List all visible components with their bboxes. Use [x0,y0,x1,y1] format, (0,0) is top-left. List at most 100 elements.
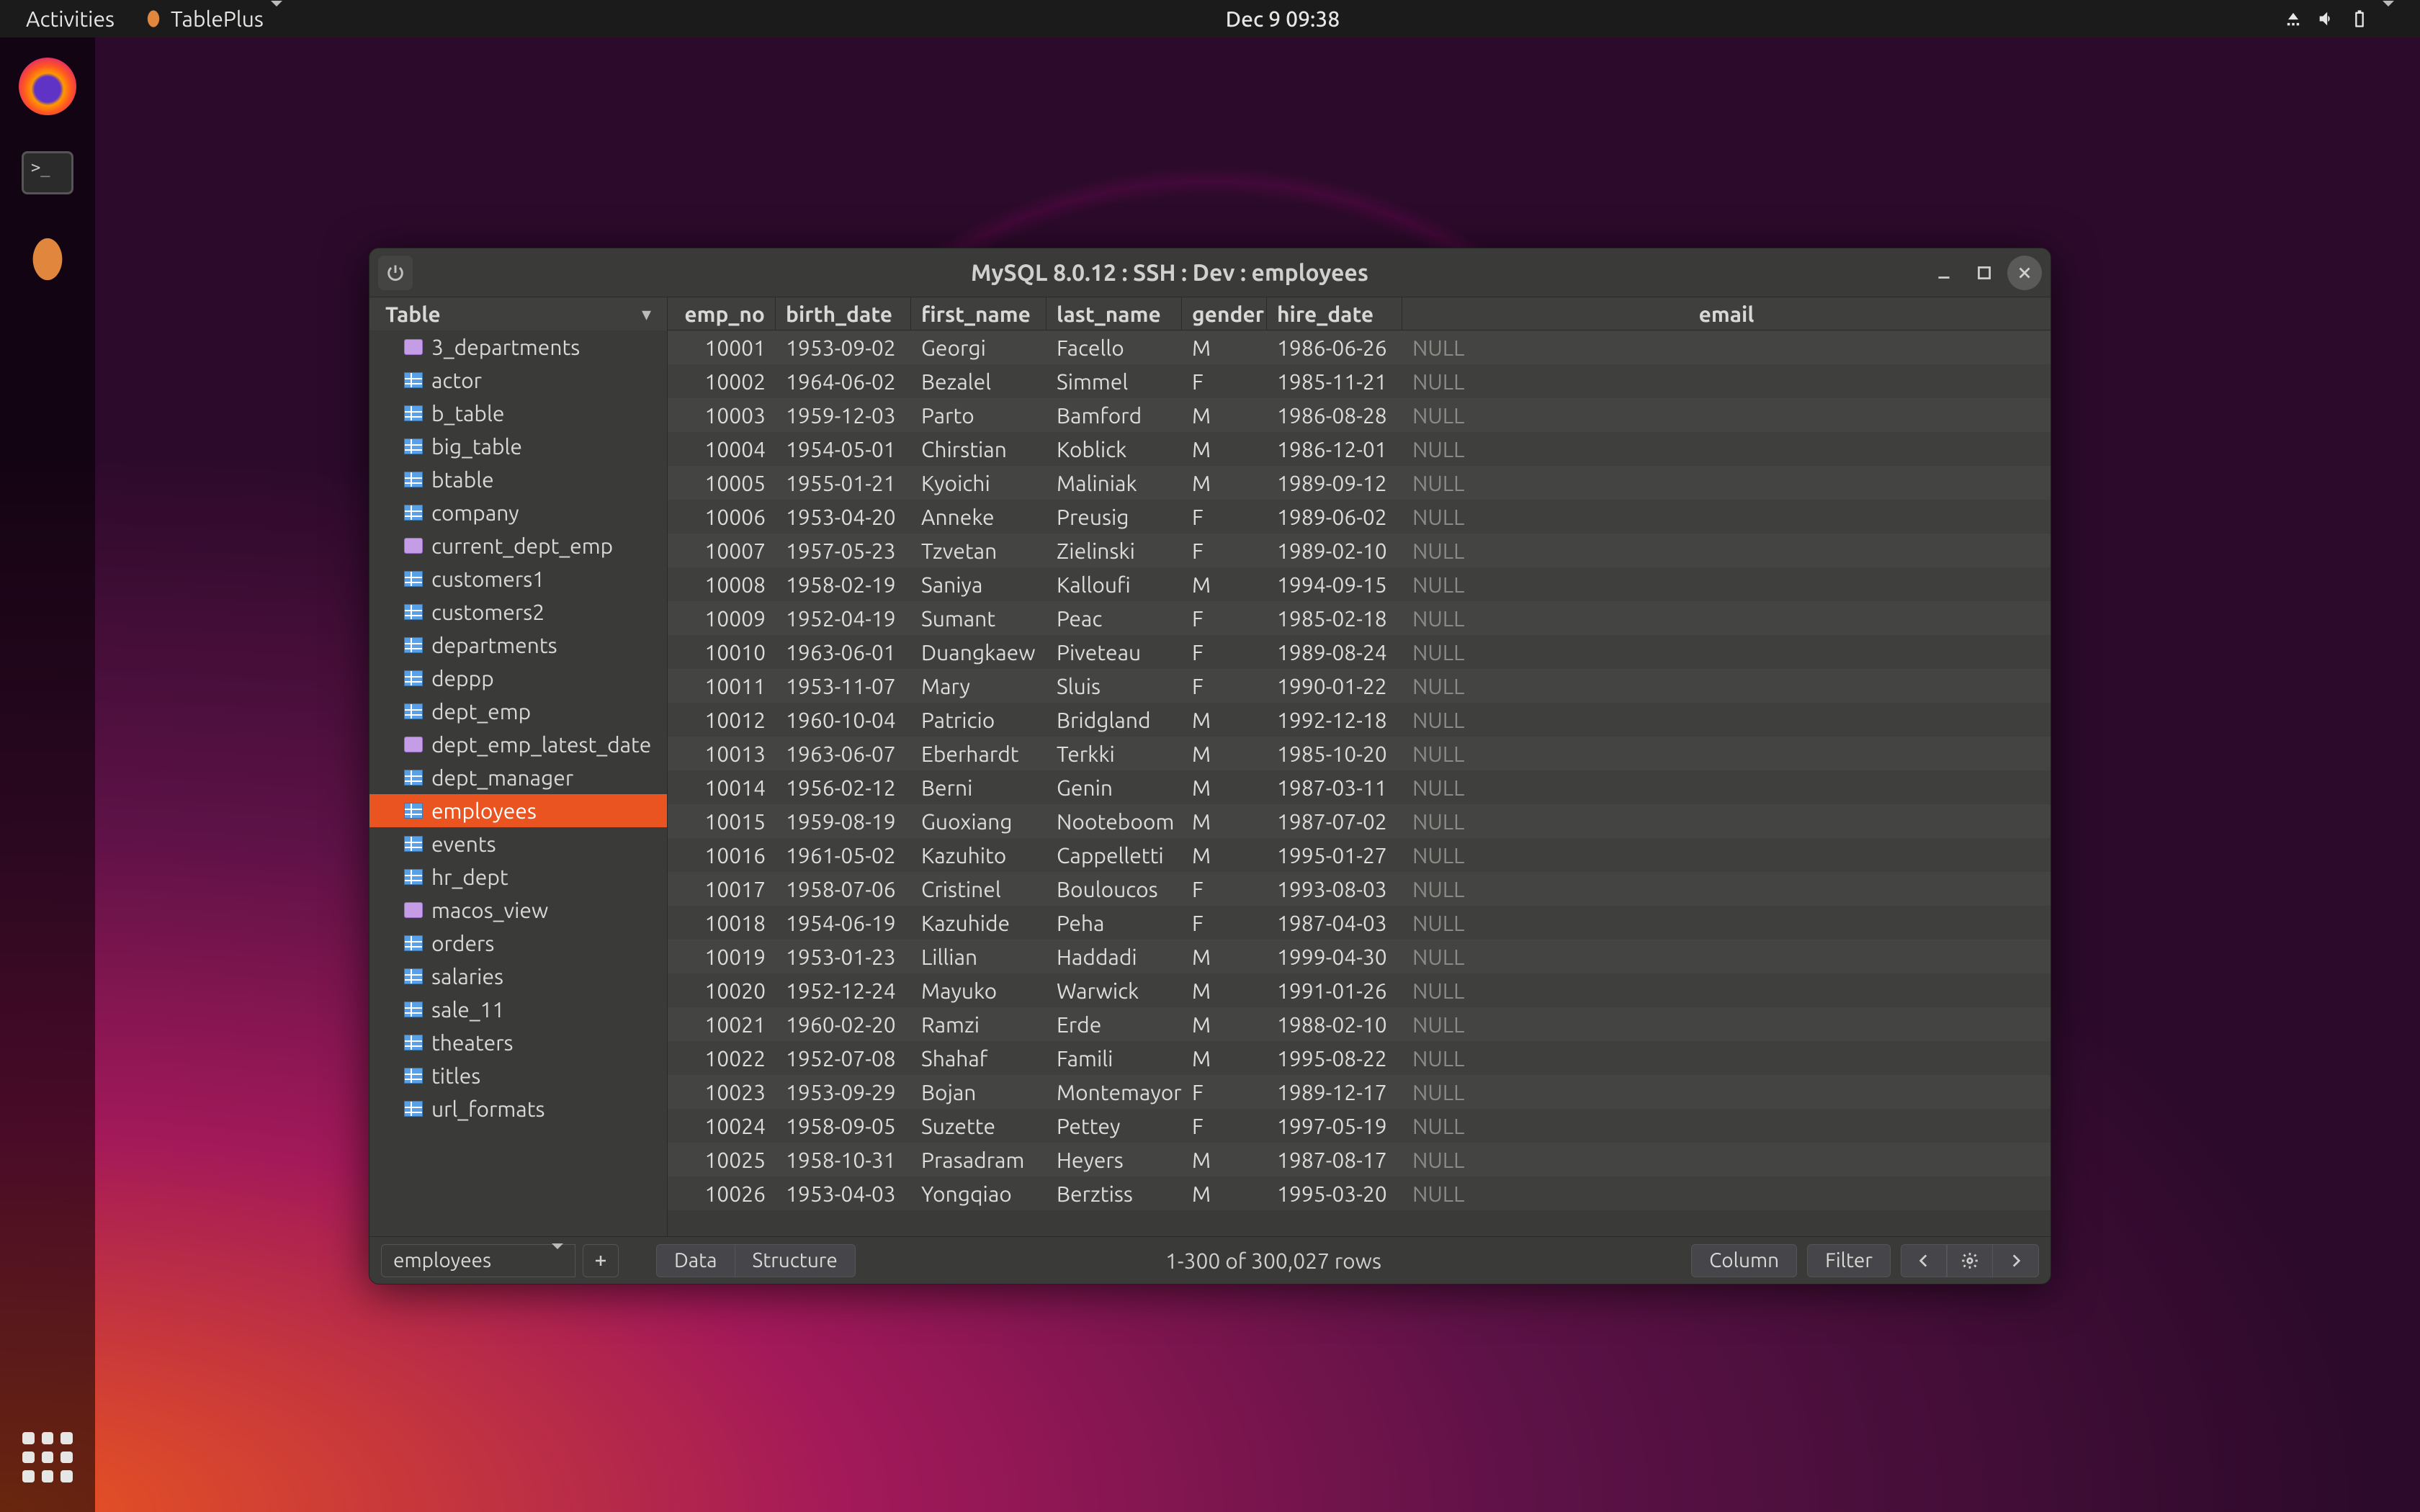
activities-button[interactable]: Activities [12,6,129,31]
cell-hire_date[interactable]: 1985-11-21 [1267,364,1402,398]
cell-email[interactable]: NULL [1402,1143,2051,1176]
cell-email[interactable]: NULL [1402,1075,2051,1109]
sidebar-table-employees[interactable]: employees [369,794,667,827]
cell-email[interactable]: NULL [1402,770,2051,804]
cell-gender[interactable]: M [1182,973,1267,1007]
cell-gender[interactable]: F [1182,635,1267,669]
cell-gender[interactable]: F [1182,601,1267,635]
sidebar-table-customers2[interactable]: customers2 [369,595,667,629]
dock-tableplus[interactable] [13,225,82,294]
cell-birth_date[interactable]: 1954-06-19 [776,906,911,940]
cell-hire_date[interactable]: 1989-12-17 [1267,1075,1402,1109]
cell-first_name[interactable]: Patricio [911,703,1047,737]
cell-last_name[interactable]: Cappelletti [1047,838,1182,872]
cell-email[interactable]: NULL [1402,500,2051,534]
cell-gender[interactable]: M [1182,398,1267,432]
sidebar-table-sale_11[interactable]: sale_11 [369,993,667,1026]
cell-email[interactable]: NULL [1402,567,2051,601]
column-header-first_name[interactable]: first_name [911,297,1047,330]
table-row[interactable]: 100181954-06-19KazuhidePehaF1987-04-03NU… [668,906,2051,940]
cell-birth_date[interactable]: 1958-10-31 [776,1143,911,1176]
app-menu[interactable]: TablePlus [129,6,297,31]
cell-birth_date[interactable]: 1958-02-19 [776,567,911,601]
cell-gender[interactable]: M [1182,737,1267,770]
cell-last_name[interactable]: Heyers [1047,1143,1182,1176]
table-row[interactable]: 100071957-05-23TzvetanZielinskiF1989-02-… [668,534,2051,567]
cell-last_name[interactable]: Montemayor [1047,1075,1182,1109]
cell-last_name[interactable]: Terkki [1047,737,1182,770]
cell-birth_date[interactable]: 1953-09-29 [776,1075,911,1109]
cell-hire_date[interactable]: 1991-01-26 [1267,973,1402,1007]
sidebar-table-actor[interactable]: actor [369,364,667,397]
table-row[interactable]: 100131963-06-07EberhardtTerkkiM1985-10-2… [668,737,2051,770]
dock-show-apps[interactable] [13,1423,82,1492]
sidebar-table-macos_view[interactable]: macos_view [369,894,667,927]
cell-gender[interactable]: M [1182,330,1267,364]
column-header-last_name[interactable]: last_name [1047,297,1182,330]
sidebar-table-titles[interactable]: titles [369,1059,667,1092]
cell-first_name[interactable]: Ramzi [911,1007,1047,1041]
sidebar-table-company[interactable]: company [369,496,667,529]
cell-birth_date[interactable]: 1953-04-20 [776,500,911,534]
cell-first_name[interactable]: Bezalel [911,364,1047,398]
cell-emp_no[interactable]: 10002 [668,364,776,398]
cell-emp_no[interactable]: 10004 [668,432,776,466]
sidebar-table-b_table[interactable]: b_table [369,397,667,430]
cell-gender[interactable]: M [1182,432,1267,466]
cell-hire_date[interactable]: 1987-03-11 [1267,770,1402,804]
connection-power-button[interactable] [378,256,413,290]
cell-last_name[interactable]: Piveteau [1047,635,1182,669]
cell-last_name[interactable]: Erde [1047,1007,1182,1041]
cell-hire_date[interactable]: 1990-01-22 [1267,669,1402,703]
cell-last_name[interactable]: Genin [1047,770,1182,804]
cell-last_name[interactable]: Famili [1047,1041,1182,1075]
sidebar-table-dept_emp_latest_date[interactable]: dept_emp_latest_date [369,728,667,761]
cell-gender[interactable]: M [1182,567,1267,601]
cell-first_name[interactable]: Prasadram [911,1143,1047,1176]
sidebar-table-dept_manager[interactable]: dept_manager [369,761,667,794]
minimize-button[interactable] [1927,256,1961,290]
cell-hire_date[interactable]: 1995-08-22 [1267,1041,1402,1075]
cell-email[interactable]: NULL [1402,364,2051,398]
cell-birth_date[interactable]: 1955-01-21 [776,466,911,500]
column-header-emp_no[interactable]: emp_no [668,297,776,330]
column-button[interactable]: Column [1691,1244,1797,1277]
cell-last_name[interactable]: Facello [1047,330,1182,364]
cell-emp_no[interactable]: 10023 [668,1075,776,1109]
cell-hire_date[interactable]: 1987-08-17 [1267,1143,1402,1176]
cell-email[interactable]: NULL [1402,330,2051,364]
table-row[interactable]: 100171958-07-06CristinelBouloucosF1993-0… [668,872,2051,906]
cell-last_name[interactable]: Bamford [1047,398,1182,432]
cell-birth_date[interactable]: 1954-05-01 [776,432,911,466]
table-row[interactable]: 100051955-01-21KyoichiMaliniakM1989-09-1… [668,466,2051,500]
cell-email[interactable]: NULL [1402,737,2051,770]
sidebar-table-salaries[interactable]: salaries [369,960,667,993]
cell-birth_date[interactable]: 1952-07-08 [776,1041,911,1075]
cell-birth_date[interactable]: 1958-07-06 [776,872,911,906]
table-row[interactable]: 100211960-02-20RamziErdeM1988-02-10NULL [668,1007,2051,1041]
cell-emp_no[interactable]: 10001 [668,330,776,364]
next-page-button[interactable] [1993,1244,2039,1277]
cell-gender[interactable]: M [1182,1007,1267,1041]
sidebar-table-events[interactable]: events [369,827,667,860]
cell-gender[interactable]: F [1182,669,1267,703]
cell-email[interactable]: NULL [1402,940,2051,973]
cell-hire_date[interactable]: 1987-07-02 [1267,804,1402,838]
table-row[interactable]: 100161961-05-02KazuhitoCappellettiM1995-… [668,838,2051,872]
cell-first_name[interactable]: Kazuhide [911,906,1047,940]
cell-emp_no[interactable]: 10019 [668,940,776,973]
cell-first_name[interactable]: Kyoichi [911,466,1047,500]
table-row[interactable]: 100081958-02-19SaniyaKalloufiM1994-09-15… [668,567,2051,601]
cell-gender[interactable]: M [1182,838,1267,872]
cell-hire_date[interactable]: 1989-02-10 [1267,534,1402,567]
cell-hire_date[interactable]: 1985-02-18 [1267,601,1402,635]
maximize-button[interactable] [1967,256,2002,290]
data-tab[interactable]: Data [656,1244,735,1277]
titlebar[interactable]: MySQL 8.0.12 : SSH : Dev : employees [369,248,2051,297]
cell-birth_date[interactable]: 1959-12-03 [776,398,911,432]
cell-email[interactable]: NULL [1402,703,2051,737]
cell-email[interactable]: NULL [1402,1007,2051,1041]
cell-hire_date[interactable]: 1986-06-26 [1267,330,1402,364]
cell-birth_date[interactable]: 1953-01-23 [776,940,911,973]
cell-first_name[interactable]: Lillian [911,940,1047,973]
